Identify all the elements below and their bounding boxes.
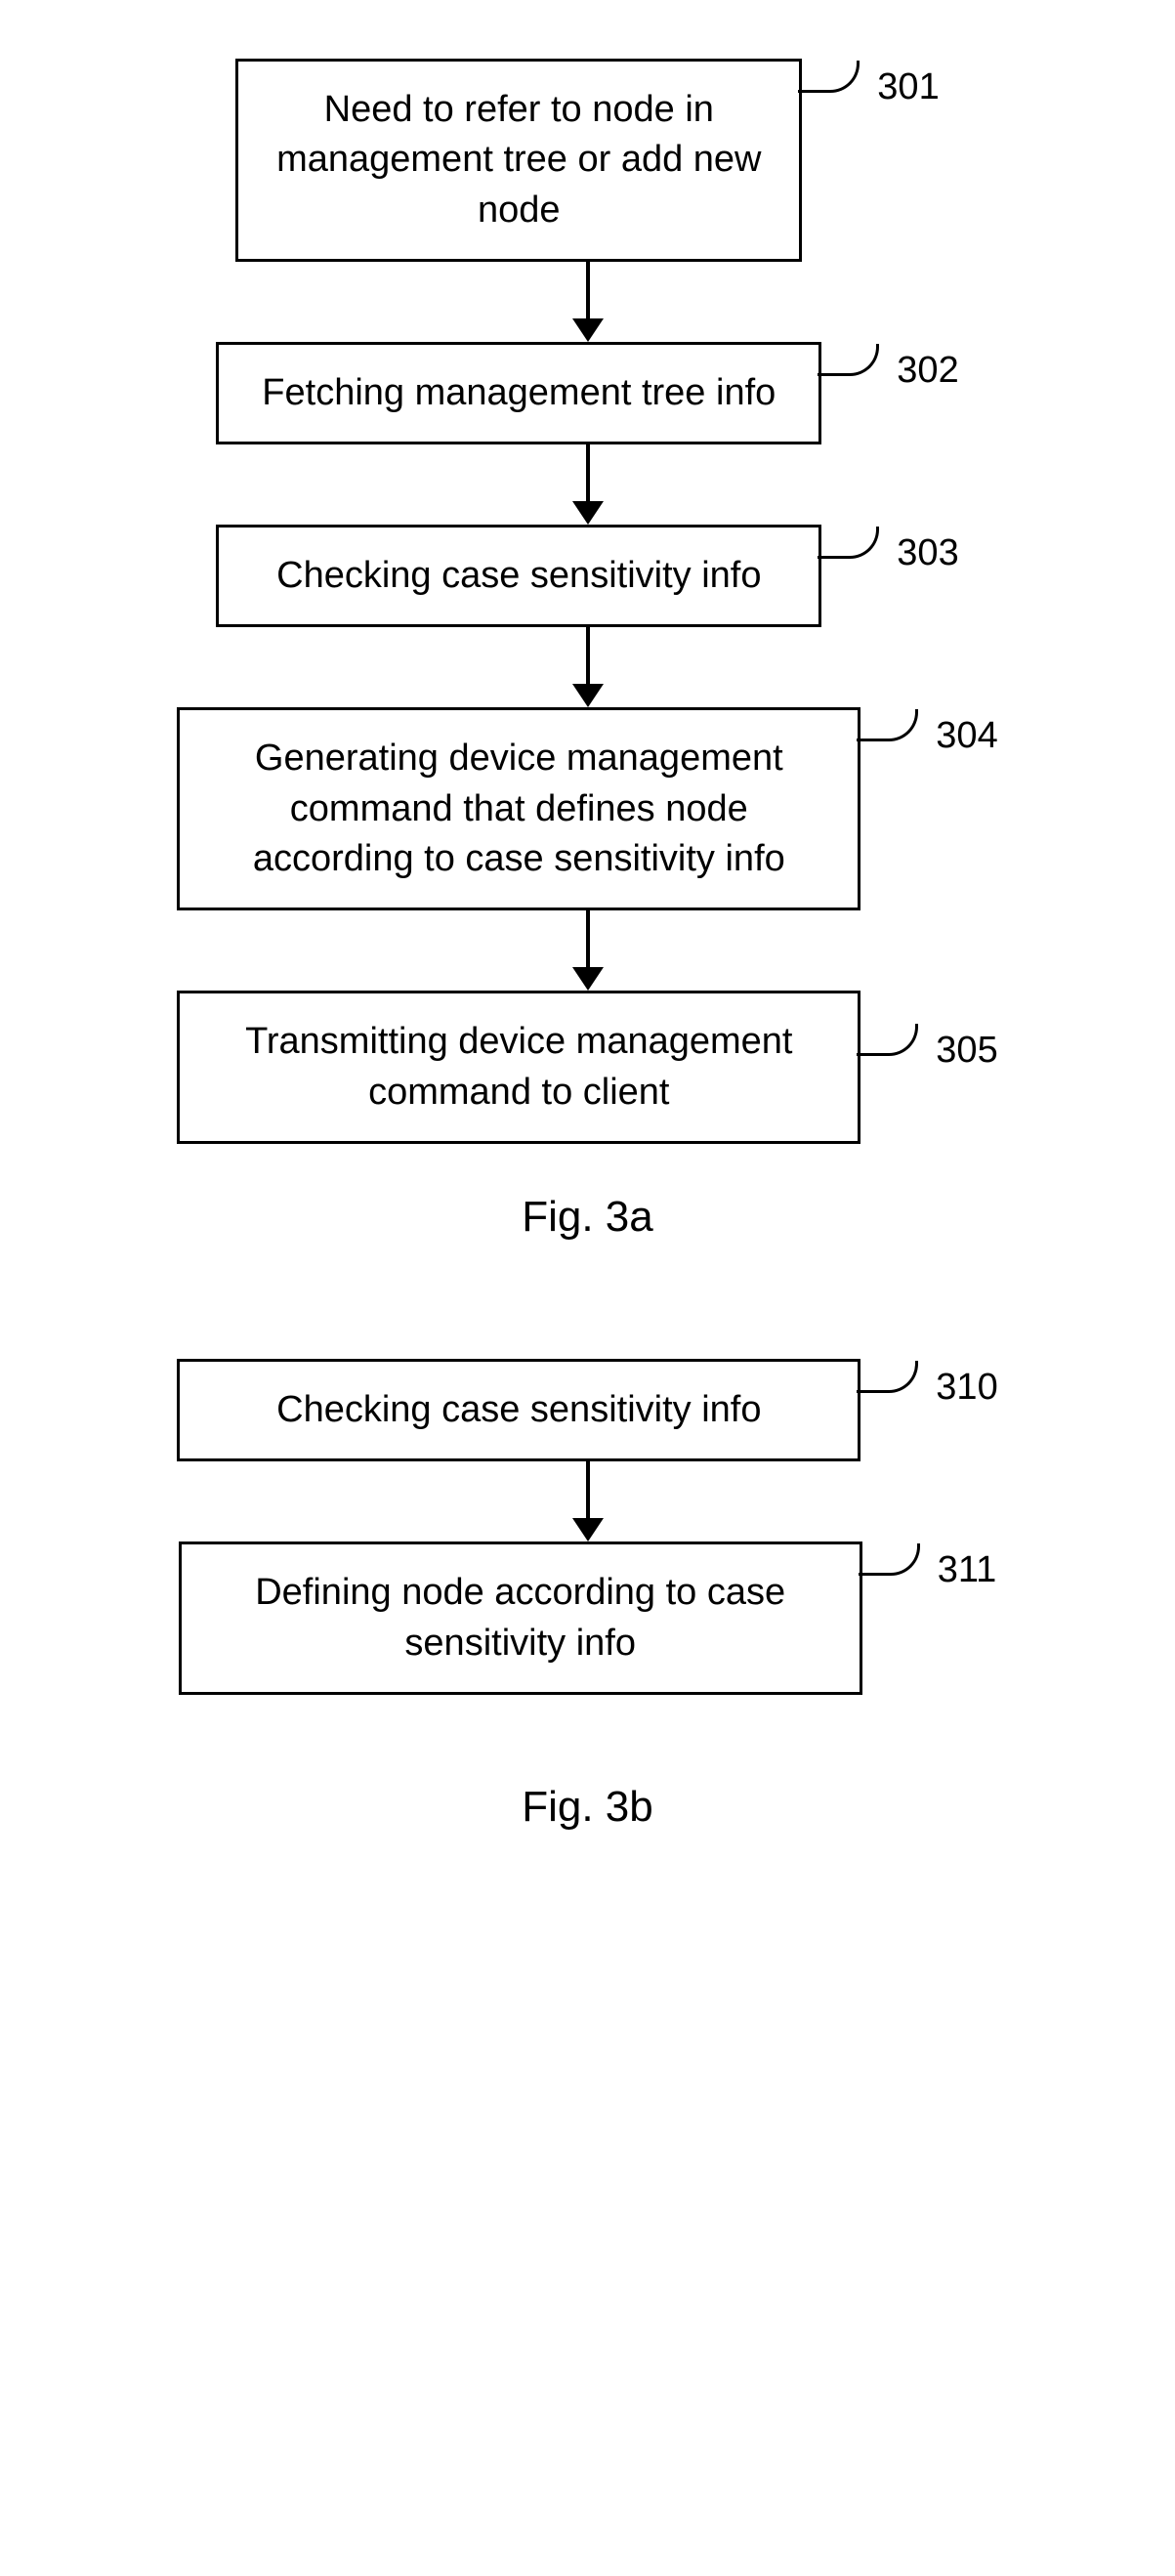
step-305-num: 305: [936, 1030, 997, 1072]
step-310-num: 310: [936, 1367, 997, 1409]
leader-line-icon: [857, 709, 918, 741]
arrow-down-icon: [572, 627, 604, 707]
leader-line-icon: [798, 61, 860, 93]
step-301-num: 301: [877, 66, 939, 108]
step-303-label-wrap: 303: [818, 532, 958, 574]
step-303-num: 303: [897, 532, 958, 574]
step-305-text: Transmitting device management command t…: [245, 1021, 792, 1112]
step-302-box: Fetching management tree info: [216, 342, 821, 444]
fig-3b-caption: Fig. 3b: [522, 1783, 653, 1832]
arrow-down-icon: [572, 444, 604, 525]
step-305-label-wrap: 305: [857, 1030, 997, 1072]
leader-line-icon: [857, 1361, 918, 1393]
step-310-row: Checking case sensitivity info 310: [177, 1359, 997, 1461]
flowchart-fig-3a: Need to refer to node in management tree…: [39, 59, 1136, 1242]
step-304-text: Generating device management command tha…: [253, 738, 785, 879]
step-311-box: Defining node according to case sensitiv…: [179, 1541, 862, 1695]
step-305-box: Transmitting device management command t…: [177, 991, 860, 1144]
step-301-box: Need to refer to node in management tree…: [235, 59, 802, 262]
step-302-num: 302: [897, 350, 958, 392]
step-310-label-wrap: 310: [857, 1367, 997, 1409]
step-303-text: Checking case sensitivity info: [276, 555, 761, 596]
leader-line-icon: [857, 1024, 918, 1056]
step-302-text: Fetching management tree info: [262, 372, 776, 413]
step-311-num: 311: [938, 1549, 997, 1591]
step-301-row: Need to refer to node in management tree…: [235, 59, 939, 262]
leader-line-icon: [818, 344, 879, 376]
step-302-label-wrap: 302: [818, 350, 958, 392]
fig-3a-caption: Fig. 3a: [522, 1193, 653, 1242]
step-311-text: Defining node according to case sensitiv…: [255, 1572, 785, 1663]
leader-line-icon: [859, 1543, 920, 1576]
step-305-row: Transmitting device management command t…: [177, 991, 997, 1144]
step-310-text: Checking case sensitivity info: [276, 1389, 761, 1430]
step-310-box: Checking case sensitivity info: [177, 1359, 860, 1461]
step-304-label-wrap: 304: [857, 715, 997, 757]
step-304-row: Generating device management command tha…: [177, 707, 997, 910]
step-311-label-wrap: 311: [859, 1549, 997, 1591]
arrow-down-icon: [572, 1461, 604, 1541]
leader-line-icon: [818, 527, 879, 559]
step-302-row: Fetching management tree info 302: [216, 342, 958, 444]
arrow-down-icon: [572, 910, 604, 991]
flowchart-fig-3b: Checking case sensitivity info 310 Defin…: [39, 1359, 1136, 1832]
step-304-box: Generating device management command tha…: [177, 707, 860, 910]
step-301-label-wrap: 301: [798, 66, 939, 108]
step-304-num: 304: [936, 715, 997, 757]
step-303-row: Checking case sensitivity info 303: [216, 525, 958, 627]
arrow-down-icon: [572, 262, 604, 342]
step-303-box: Checking case sensitivity info: [216, 525, 821, 627]
step-311-row: Defining node according to case sensitiv…: [179, 1541, 997, 1695]
step-301-text: Need to refer to node in management tree…: [276, 89, 761, 231]
